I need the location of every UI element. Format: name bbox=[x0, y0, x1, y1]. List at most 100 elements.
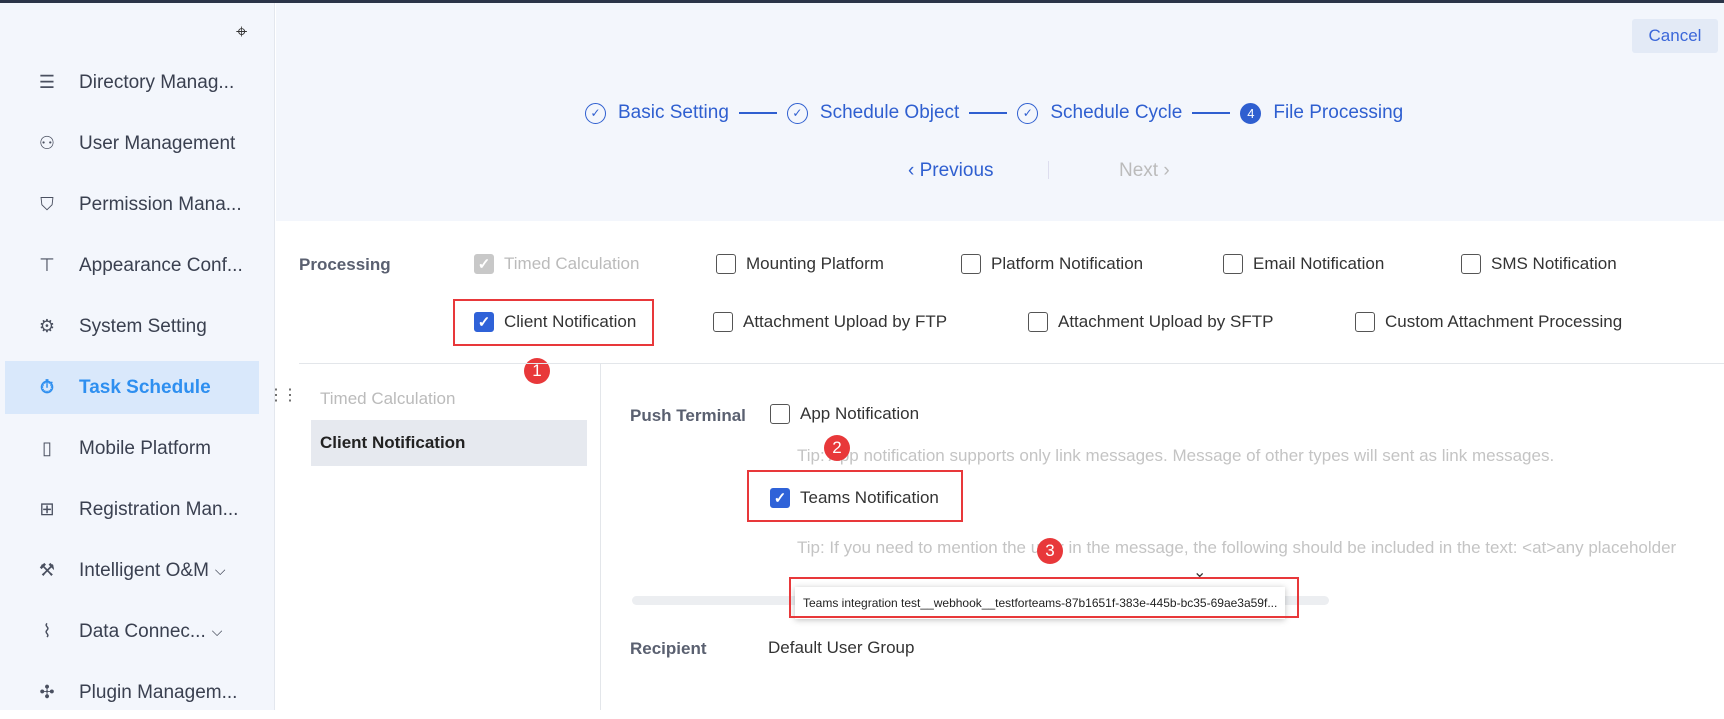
checkbox-label: Custom Attachment Processing bbox=[1385, 312, 1623, 331]
step-connector bbox=[738, 112, 777, 114]
step-basic-setting[interactable]: ✓ Basic Setting bbox=[585, 102, 729, 124]
chevron-right-icon: › bbox=[1163, 160, 1170, 181]
chevron-down-icon: ⌵ bbox=[211, 623, 223, 639]
app-tip: Tip: App notification supports only link… bbox=[797, 446, 1555, 465]
processing-option-custom-attachment-processing[interactable]: Custom Attachment Processing bbox=[1355, 312, 1622, 332]
sidebar-item-label: Registration Man... bbox=[79, 498, 239, 520]
checkbox-label: App Notification bbox=[800, 404, 920, 423]
previous-label: Previous bbox=[919, 160, 994, 181]
stepper: ✓ Basic Setting ✓ Schedule Object ✓ Schedul… bbox=[585, 102, 1403, 124]
paperclip-icon: ⌇ bbox=[42, 621, 52, 641]
checkbox-icon bbox=[1461, 254, 1481, 274]
checkbox-checked-icon: ✓ bbox=[770, 488, 790, 508]
sidebar-item-label: Intelligent O&M bbox=[79, 559, 209, 581]
step-number: 4 bbox=[1240, 102, 1262, 124]
check-circle-icon: ✓ bbox=[1017, 102, 1039, 124]
sidebar-item-task-schedule[interactable]: ⏱ Task Schedule bbox=[5, 361, 259, 414]
teams-tip: Tip: If you need to mention the user in … bbox=[797, 538, 1677, 557]
checkbox-label: Attachment Upload by FTP bbox=[743, 312, 948, 331]
checkbox-label: Timed Calculation bbox=[504, 254, 640, 273]
annotation-badge: 2 bbox=[824, 435, 850, 461]
app-notification-checkbox[interactable]: App Notification bbox=[770, 404, 919, 424]
step-connector bbox=[1192, 112, 1231, 114]
processing-option-timed-calculation: ✓ Timed Calculation bbox=[474, 254, 639, 274]
checkbox-checked-icon: ✓ bbox=[474, 254, 494, 274]
cancel-button[interactable]: Cancel bbox=[1632, 19, 1718, 53]
sidebar-item-plugin-managem[interactable]: ✣ Plugin Managem... bbox=[5, 666, 259, 719]
step-connector bbox=[969, 112, 1008, 114]
subnav-timed-calculation[interactable]: Timed Calculation bbox=[311, 376, 587, 422]
chevron-left-icon: ‹ bbox=[908, 160, 920, 181]
sidebar-resize-handle[interactable]: ⋮⋮ bbox=[268, 388, 298, 404]
checkbox-label: Teams Notification bbox=[800, 488, 939, 507]
sidebar-item-label: Directory Manag... bbox=[79, 71, 235, 93]
next-button[interactable]: Next › bbox=[1119, 160, 1170, 182]
sidebar-item-label: Mobile Platform bbox=[79, 437, 211, 459]
puzzle-icon: ✣ bbox=[39, 682, 55, 702]
user-icon: ⚇ bbox=[38, 133, 56, 153]
checkbox-label: Attachment Upload by SFTP bbox=[1058, 312, 1274, 331]
sidebar-item-system-setting[interactable]: ⚙ System Setting bbox=[5, 300, 259, 353]
list-icon: ☰ bbox=[38, 72, 56, 92]
checkbox-label: Email Notification bbox=[1253, 254, 1385, 273]
highlight-box bbox=[453, 299, 654, 346]
processing-option-attachment-upload-by-sftp[interactable]: Attachment Upload by SFTP bbox=[1028, 312, 1273, 332]
unpin-icon[interactable]: ⌖ bbox=[236, 21, 247, 44]
annotation-badge: 3 bbox=[1037, 538, 1063, 564]
sidebar-item-label: Permission Mana... bbox=[79, 193, 242, 215]
divider bbox=[600, 363, 601, 710]
sidebar-item-label: System Setting bbox=[79, 315, 207, 337]
checkbox-label: SMS Notification bbox=[1491, 254, 1617, 273]
sidebar-item-user-management[interactable]: ⚇ User Management bbox=[5, 117, 259, 170]
teams-notification-checkbox[interactable]: ✓ Teams Notification bbox=[770, 488, 939, 508]
sidebar-item-label: User Management bbox=[79, 132, 236, 154]
checkbox-icon bbox=[716, 254, 736, 274]
recipient-label: Recipient bbox=[630, 639, 707, 658]
processing-label: Processing bbox=[299, 255, 391, 274]
check-circle-icon: ✓ bbox=[786, 102, 808, 124]
sidebar-item-label: Appearance Conf... bbox=[79, 254, 243, 276]
sidebar-item-appearance-conf[interactable]: ⊤ Appearance Conf... bbox=[5, 239, 259, 292]
step-file-processing[interactable]: 4 File Processing bbox=[1240, 102, 1403, 124]
step-label: Schedule Cycle bbox=[1050, 102, 1183, 123]
push-terminal-label: Push Terminal bbox=[630, 406, 746, 425]
processing-option-sms-notification[interactable]: SMS Notification bbox=[1461, 254, 1617, 274]
sidebar: ⌖ bbox=[0, 3, 275, 710]
checkbox-icon bbox=[1223, 254, 1243, 274]
checkbox-label: Mounting Platform bbox=[746, 254, 884, 273]
highlight-box bbox=[789, 577, 1299, 618]
previous-button[interactable]: ‹ Previous bbox=[908, 160, 994, 182]
processing-option-mounting-platform[interactable]: Mounting Platform bbox=[716, 254, 884, 274]
divider bbox=[1048, 161, 1049, 179]
sidebar-item-permission-mana[interactable]: ⛉ Permission Mana... bbox=[5, 178, 259, 231]
sidebar-item-label: Data Connec... bbox=[79, 620, 206, 642]
divider bbox=[299, 363, 1724, 364]
register-icon: ⊞ bbox=[39, 499, 55, 519]
chevron-down-icon: ⌵ bbox=[214, 562, 226, 578]
gear-icon: ⚙ bbox=[38, 316, 56, 336]
sidebar-item-mobile-platform[interactable]: ▯ Mobile Platform bbox=[5, 422, 259, 475]
paint-roller-icon: ⊤ bbox=[39, 255, 55, 275]
step-schedule-object[interactable]: ✓ Schedule Object bbox=[786, 102, 960, 124]
checkbox-icon bbox=[961, 254, 981, 274]
step-label: Schedule Object bbox=[819, 102, 960, 123]
checkbox-icon bbox=[1028, 312, 1048, 332]
processing-option-email-notification[interactable]: Email Notification bbox=[1223, 254, 1384, 274]
sidebar-item-intelligent-o-m[interactable]: ⚒ Intelligent O&M ⌵ bbox=[5, 544, 259, 597]
sidebar-item-directory-manag[interactable]: ☰ Directory Manag... bbox=[5, 56, 259, 109]
step-schedule-cycle[interactable]: ✓ Schedule Cycle bbox=[1017, 102, 1182, 124]
step-label: Basic Setting bbox=[618, 102, 729, 123]
sidebar-item-label: Task Schedule bbox=[79, 376, 211, 398]
subnav-client-notification[interactable]: Client Notification bbox=[311, 420, 587, 466]
next-label: Next bbox=[1119, 160, 1159, 181]
sidebar-item-data-connec[interactable]: ⌇ Data Connec... ⌵ bbox=[5, 605, 259, 658]
checkbox-icon bbox=[1355, 312, 1375, 332]
wrench-icon: ⚒ bbox=[38, 560, 56, 580]
recipient-value: Default User Group bbox=[768, 638, 915, 657]
stopwatch-icon: ⏱ bbox=[39, 377, 55, 397]
sidebar-item-registration-man[interactable]: ⊞ Registration Man... bbox=[5, 483, 259, 536]
processing-option-attachment-upload-by-ftp[interactable]: Attachment Upload by FTP bbox=[713, 312, 947, 332]
shield-icon: ⛉ bbox=[40, 194, 54, 214]
processing-option-platform-notification[interactable]: Platform Notification bbox=[961, 254, 1143, 274]
mobile-icon: ▯ bbox=[42, 438, 52, 458]
